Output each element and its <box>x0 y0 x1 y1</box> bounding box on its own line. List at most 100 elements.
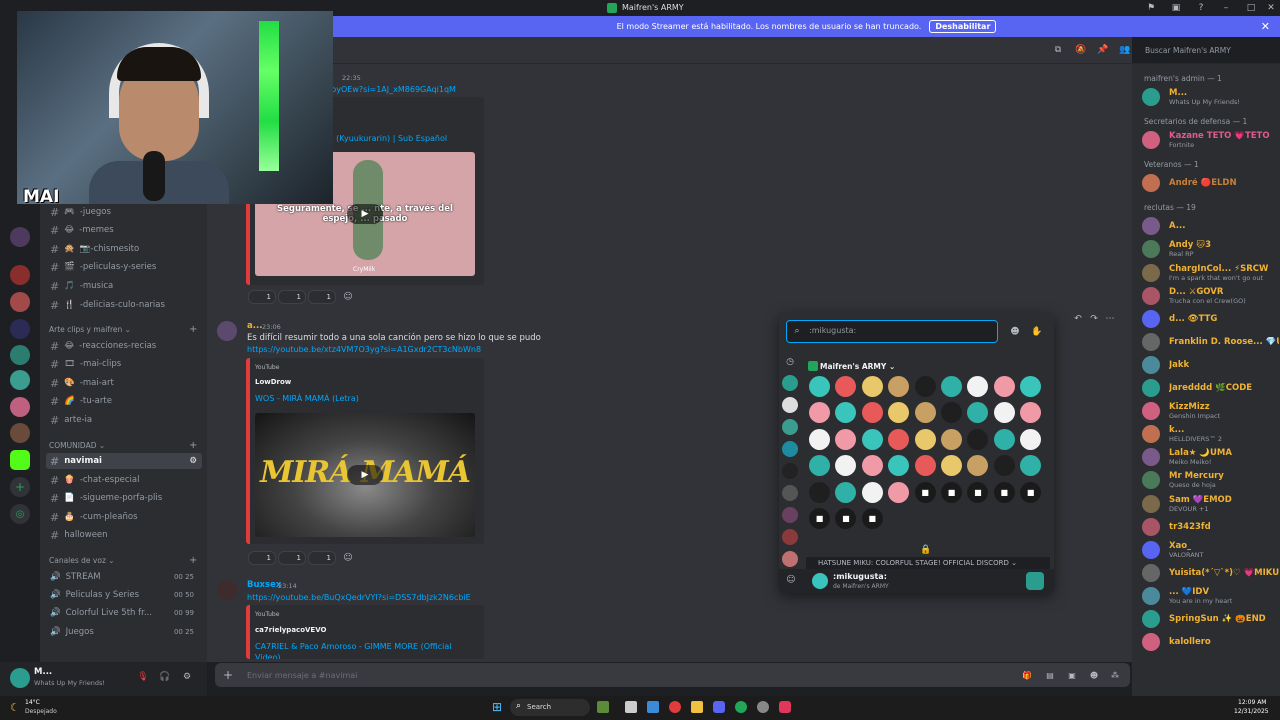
settings-icon[interactable]: ⚙ <box>189 456 197 466</box>
embed-title[interactable]: CA7RIEL & Paco Amoroso - GIMME MORE (Off… <box>255 642 452 651</box>
emoji-option[interactable] <box>1020 455 1042 477</box>
weather-temp[interactable]: 14°C <box>25 699 40 706</box>
emoji-search-input[interactable]: :mikugusta: <box>786 320 998 343</box>
emoji-option[interactable] <box>835 428 857 450</box>
maximize-icon[interactable]: □ <box>1245 2 1257 14</box>
emoji-option[interactable] <box>914 376 936 397</box>
clock-date[interactable]: 12/31/2025 <box>1234 708 1269 715</box>
server-icon[interactable] <box>782 551 798 567</box>
member-item[interactable]: ChargInCol... ⚡SRCW I'm a spark that won'… <box>1142 262 1278 284</box>
emoji-option[interactable] <box>914 402 936 424</box>
members-icon[interactable]: 👥 <box>1119 44 1131 56</box>
avatar[interactable] <box>217 580 237 600</box>
member-item[interactable]: Xao_ VALORANT <box>1142 539 1278 561</box>
emoji-option[interactable] <box>993 455 1015 477</box>
member-item[interactable]: Lala★ 🌙UMA Meiko Meiko! <box>1142 446 1278 468</box>
member-item[interactable]: D... ⚔GOVR Trucha con el Crew(GO) <box>1142 285 1278 307</box>
message-link[interactable]: https://youtube.be/xtz4VM7O3yg?si=A1Gxdr… <box>247 345 481 354</box>
voice-channel[interactable]: 🔊 Juegos 00 25 <box>46 624 202 640</box>
server-icon[interactable] <box>782 397 798 413</box>
member-item[interactable]: KizzMizz Genshin Impact <box>1142 400 1278 422</box>
server-icon[interactable] <box>10 319 30 339</box>
server-icon[interactable] <box>10 265 30 285</box>
member-item[interactable]: Kazane TETO 💗TETO Fortnite <box>1142 129 1278 151</box>
server-icon[interactable] <box>10 227 30 247</box>
channel-reacciones[interactable]: # 😂 -reacciones-recias <box>46 338 202 354</box>
member-item[interactable]: Jakk <box>1142 354 1278 376</box>
emoji-option[interactable] <box>967 376 989 397</box>
server-icon[interactable] <box>10 397 30 417</box>
mail-icon[interactable] <box>647 701 659 713</box>
emoji-option[interactable] <box>835 455 857 477</box>
message-author[interactable]: a... <box>247 321 262 331</box>
member-item[interactable]: kalollero <box>1142 631 1278 653</box>
avatar[interactable] <box>10 668 30 688</box>
channel-mai-clips[interactable]: # 🎞 -mai-clips <box>46 356 202 372</box>
help-icon[interactable]: ? <box>1195 2 1207 14</box>
category-voz[interactable]: Canales de voz ⌄ + <box>49 555 197 566</box>
pin-icon[interactable]: 📌 <box>1097 44 1109 56</box>
channel-delicias[interactable]: # 🍴 -delicias-culo-narias <box>46 297 202 313</box>
explore-icon[interactable]: ◎ <box>10 504 30 524</box>
emoji-option[interactable] <box>914 455 936 477</box>
emoji-option[interactable] <box>861 455 883 477</box>
emoji-option[interactable] <box>993 376 1015 397</box>
add-reaction-icon[interactable]: ☺ <box>342 291 354 303</box>
video-thumbnail[interactable]: MIRÁ MAMÁ ▶ <box>255 413 475 537</box>
embed-title[interactable]: ...ん (Kyuukurarin) | Sub Español <box>318 133 447 144</box>
emoji-option[interactable] <box>809 481 830 503</box>
add-channel-icon[interactable]: + <box>189 324 197 335</box>
emoji-option[interactable] <box>888 376 910 397</box>
reaction[interactable]: 1 <box>308 290 336 304</box>
member-item[interactable]: Yuisita(*´▽`*)♡ 💗MIKU <box>1142 562 1279 584</box>
emoji-option[interactable] <box>1020 428 1042 450</box>
locked-emoji[interactable]: ■ <box>967 481 989 503</box>
emoji-option[interactable] <box>861 481 883 503</box>
voice-channel[interactable]: 🔊 Colorful Live 5th fr... 00 99 <box>46 605 202 621</box>
notifications-icon[interactable]: 🔕 <box>1075 44 1087 56</box>
emoji-option[interactable] <box>835 376 857 397</box>
channel-mai-art[interactable]: # 🎨 -mai-art <box>46 375 202 391</box>
member-item[interactable]: M... Whats Up My Friends! <box>1142 86 1278 108</box>
recent-icon[interactable]: ◷ <box>783 355 797 369</box>
category-comunidad[interactable]: COMUNIDAD ⌄ + <box>49 440 197 451</box>
emoji-option[interactable] <box>809 376 830 397</box>
emoji-option[interactable] <box>835 402 857 424</box>
locked-emoji[interactable]: ■ <box>835 508 857 529</box>
inbox-icon[interactable]: ⚑ <box>1145 2 1157 14</box>
locked-emoji[interactable]: ■ <box>1020 481 1042 503</box>
member-item[interactable]: Mr Mercury Queso de hoja <box>1142 469 1278 491</box>
category-arte[interactable]: Arte clips y maifren ⌄ + <box>49 324 197 335</box>
member-item[interactable]: ... 💙IDV You are in my heart <box>1142 585 1278 607</box>
emoji-option[interactable] <box>809 402 830 424</box>
embed-title-cont[interactable]: Video) <box>255 653 281 659</box>
folder-icon[interactable] <box>691 701 703 713</box>
channel-navimai[interactable]: # navimai ⚙ <box>46 453 202 469</box>
member-item[interactable]: Sam 💜EMOD DEVOUR +1 <box>1142 493 1278 515</box>
emoji-option[interactable] <box>941 428 962 450</box>
emoji-option[interactable] <box>861 402 883 424</box>
add-channel-icon[interactable]: + <box>189 555 197 566</box>
windows-start-icon[interactable]: ⊞ <box>490 700 504 714</box>
nitro-icon[interactable] <box>1026 572 1044 590</box>
emoji-option[interactable] <box>888 455 910 477</box>
locked-emoji[interactable]: ■ <box>993 481 1015 503</box>
close-banner-icon[interactable]: ✕ <box>1261 20 1270 33</box>
server-icon[interactable] <box>10 292 30 312</box>
gift-icon[interactable]: 🎁 <box>1020 668 1034 682</box>
embed-channel[interactable]: LowDrow <box>255 378 291 386</box>
channel-memes[interactable]: # 😂 -memes <box>46 222 202 238</box>
emoji-option[interactable] <box>914 428 936 450</box>
channel-peliculas[interactable]: # 🎬 -peliculas-y-series <box>46 259 202 275</box>
emoji-option[interactable] <box>967 455 989 477</box>
channel-tu-arte[interactable]: # 🌈 -tu-arte <box>46 393 202 409</box>
message-author[interactable]: Buxsex <box>247 580 281 590</box>
settings-icon[interactable] <box>757 701 769 713</box>
channel-chismesito[interactable]: # 🙊 📷-chismesito <box>46 241 202 257</box>
reaction[interactable]: 1 <box>248 551 276 565</box>
reaction[interactable]: 1 <box>278 551 306 565</box>
sticker-icon[interactable]: ▣ <box>1065 668 1079 682</box>
avatar[interactable] <box>217 321 237 341</box>
discord-icon[interactable] <box>713 701 725 713</box>
threads-icon[interactable]: ⧉ <box>1052 44 1064 56</box>
